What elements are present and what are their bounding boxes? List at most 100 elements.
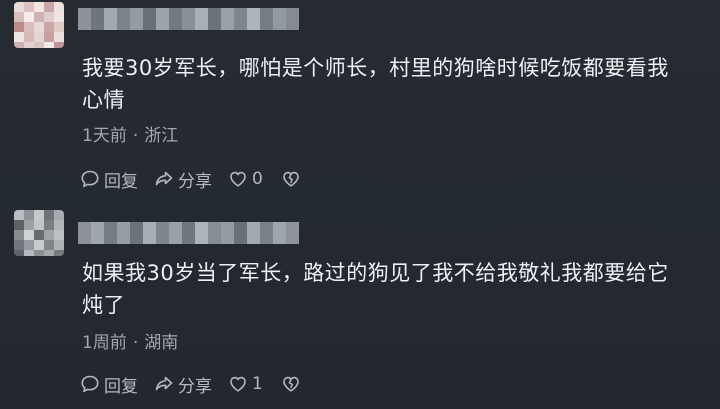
username-pixel	[104, 8, 117, 30]
avatar-pixel	[34, 42, 44, 48]
avatar-pixel	[14, 22, 24, 32]
heart-icon	[230, 171, 246, 187]
reply-button[interactable]: 回复	[80, 167, 138, 192]
dislike-button[interactable]	[281, 374, 301, 394]
comment-text-line: 我要30岁军长，哪怕是个师长，村里的狗啥时候吃饭都要看我	[82, 56, 669, 80]
avatar-pixel	[54, 22, 64, 32]
avatar-pixel	[44, 210, 54, 220]
comment-location: 浙江	[144, 126, 179, 146]
share-label: 分享	[178, 171, 212, 192]
avatar-pixel	[24, 22, 34, 32]
username-pixel	[78, 222, 91, 244]
avatar-pixel	[54, 12, 64, 22]
username-pixel	[130, 222, 143, 244]
username-pixel	[169, 8, 182, 30]
share-button[interactable]: 分享	[154, 167, 212, 192]
username-pixel	[208, 8, 221, 30]
reply-label: 回复	[104, 171, 138, 192]
avatar-pixel	[34, 220, 44, 230]
avatar-pixel	[24, 220, 34, 230]
username-pixel	[273, 222, 286, 244]
username-pixel	[221, 8, 234, 30]
username-pixel	[182, 222, 195, 244]
share-arrow-icon	[155, 376, 173, 391]
avatar-pixel	[14, 2, 24, 12]
username-pixel	[247, 222, 260, 244]
avatar-pixel	[14, 42, 24, 48]
heart-icon	[230, 376, 246, 392]
username-pixel	[234, 222, 247, 244]
avatar-pixel	[14, 210, 24, 220]
comment-text-line: 如果我30岁当了军长，路过的狗见了我不给我敬礼我都要给它	[82, 261, 669, 285]
username-pixel	[286, 222, 299, 244]
avatar-pixel	[34, 230, 44, 240]
broken-heart-icon	[283, 171, 299, 187]
username-pixel	[143, 222, 156, 244]
username-pixel	[143, 8, 156, 30]
username-pixel	[104, 222, 117, 244]
reply-bubble-icon	[81, 170, 99, 188]
avatar-pixel	[14, 250, 24, 256]
avatar-pixel	[44, 230, 54, 240]
username-pixel	[117, 8, 130, 30]
avatar-pixel	[54, 32, 64, 42]
username-pixel	[117, 222, 130, 244]
avatar-pixel	[34, 22, 44, 32]
like-count: 1	[252, 374, 263, 394]
avatar[interactable]	[14, 2, 64, 48]
comment-actions: 回复 分享 0	[80, 166, 317, 192]
avatar-pixel	[54, 42, 64, 48]
avatar-pixel	[24, 240, 34, 250]
username-pixel	[91, 8, 104, 30]
avatar-pixel	[44, 220, 54, 230]
username-blurred[interactable]	[78, 222, 299, 244]
username-pixel	[260, 8, 273, 30]
avatar-pixel	[14, 230, 24, 240]
like-button[interactable]: 1	[228, 374, 263, 394]
avatar-pixel	[14, 240, 24, 250]
username-pixel	[195, 222, 208, 244]
like-button[interactable]: 0	[228, 169, 263, 189]
meta-separator: ·	[132, 126, 139, 146]
avatar-pixel	[34, 2, 44, 12]
reply-label: 回复	[104, 376, 138, 397]
comment-text-line: 炖了	[82, 293, 125, 317]
username-pixel	[247, 8, 260, 30]
username-pixel	[130, 8, 143, 30]
username-blurred[interactable]	[78, 8, 299, 30]
avatar-pixel	[24, 42, 34, 48]
username-pixel	[208, 222, 221, 244]
comment-meta: 1天前 · 浙江	[82, 125, 178, 147]
comment-actions: 回复 分享 1	[80, 371, 317, 397]
avatar-pixel	[24, 250, 34, 256]
comment-time: 1周前	[82, 333, 127, 353]
avatar-pixel	[54, 220, 64, 230]
avatar[interactable]	[14, 210, 64, 256]
username-pixel	[156, 8, 169, 30]
username-pixel	[182, 8, 195, 30]
comment-time: 1天前	[82, 126, 127, 146]
avatar-pixel	[34, 210, 44, 220]
username-pixel	[286, 8, 299, 30]
avatar-pixel	[24, 2, 34, 12]
avatar-pixel	[34, 12, 44, 22]
username-pixel	[260, 222, 273, 244]
username-pixel	[273, 8, 286, 30]
avatar-pixel	[44, 240, 54, 250]
reply-button[interactable]: 回复	[80, 372, 138, 397]
comment-text: 我要30岁军长，哪怕是个师长，村里的狗啥时候吃饭都要看我 心情	[82, 52, 702, 116]
share-button[interactable]: 分享	[154, 372, 212, 397]
reply-bubble-icon	[81, 375, 99, 393]
avatar-pixel	[54, 230, 64, 240]
comment-location: 湖南	[144, 333, 179, 353]
share-arrow-icon	[155, 171, 173, 186]
avatar-pixel	[44, 12, 54, 22]
avatar-pixel	[24, 210, 34, 220]
avatar-pixel	[44, 32, 54, 42]
dislike-button[interactable]	[281, 169, 301, 189]
avatar-pixel	[44, 22, 54, 32]
avatar-pixel	[24, 12, 34, 22]
comment-item: 如果我30岁当了军长，路过的狗见了我不给我敬礼我都要给它 炖了 1周前 · 湖南 回…	[0, 205, 720, 409]
username-pixel	[156, 222, 169, 244]
comment-meta: 1周前 · 湖南	[82, 332, 178, 354]
